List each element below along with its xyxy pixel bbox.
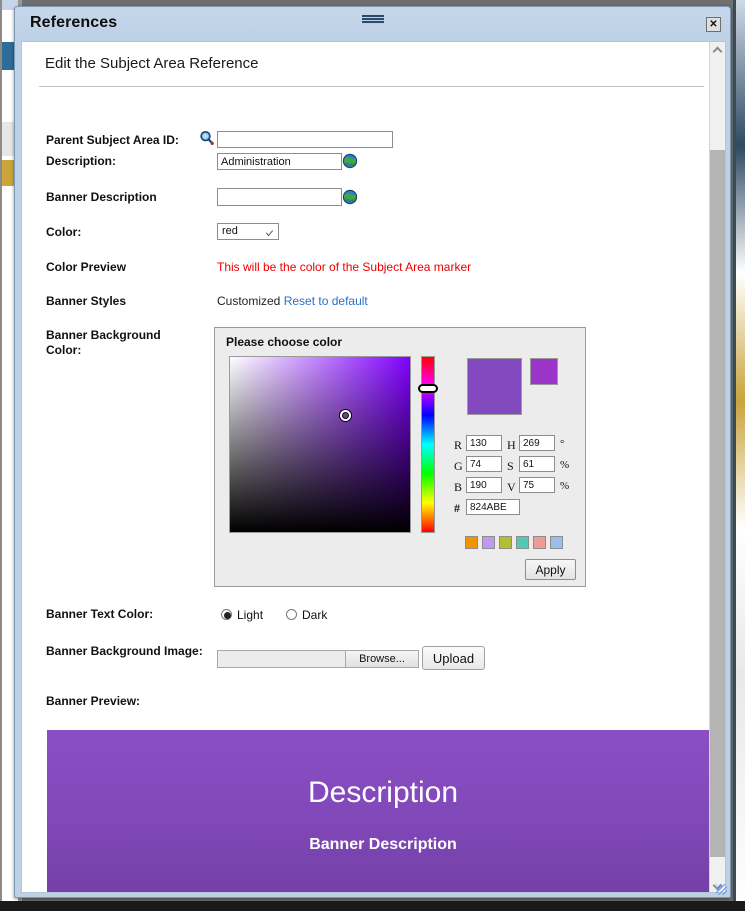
blue-input[interactable]	[466, 477, 502, 493]
hue-unit: °	[560, 438, 565, 450]
label-color-preview: Color Preview	[46, 260, 127, 274]
preset-swatch-3[interactable]	[499, 536, 512, 549]
chevron-up-icon[interactable]	[710, 42, 725, 58]
value-input[interactable]	[519, 477, 555, 493]
close-icon[interactable]: ✕	[706, 17, 721, 32]
preset-swatch-4[interactable]	[516, 536, 529, 549]
label-description: Description:	[46, 154, 117, 168]
background-right-content	[736, 0, 745, 911]
browse-button[interactable]: Browse...	[345, 650, 419, 668]
preset-swatch-2[interactable]	[482, 536, 495, 549]
background-bottom-bar	[0, 901, 745, 911]
current-color-swatch	[467, 358, 522, 415]
label-color: Color:	[46, 225, 82, 239]
saturation-value-area[interactable]	[229, 356, 411, 533]
label-red: R	[454, 438, 463, 452]
preset-swatch-row	[465, 536, 563, 549]
background-right-panel	[733, 0, 745, 911]
chevron-down-icon	[265, 227, 274, 237]
green-input[interactable]	[466, 456, 502, 472]
hue-slider[interactable]	[421, 356, 435, 533]
banner-preview-title: Description	[307, 776, 459, 809]
saturation-unit: %	[560, 459, 570, 471]
preset-swatch-6[interactable]	[550, 536, 563, 549]
dialog-titlebar[interactable]: References ✕	[15, 7, 730, 41]
label-banner-preview: Banner Preview:	[46, 694, 141, 708]
value-unit: %	[560, 480, 570, 492]
banner-preview-subtitle: Banner Description	[309, 836, 457, 853]
color-select-value: red	[222, 225, 238, 237]
upload-button[interactable]: Upload	[422, 646, 485, 670]
title-divider	[39, 86, 704, 87]
chevron-up-glyph	[712, 46, 723, 57]
dialog-content-area: Edit the Subject Area Reference Parent S…	[21, 41, 726, 893]
resize-grip[interactable]	[716, 884, 727, 895]
label-blue: B	[454, 480, 463, 494]
radio-dot-light	[221, 609, 232, 620]
label-banner-background-image: Banner Background Image:	[46, 644, 203, 658]
preset-swatch-5[interactable]	[533, 536, 546, 549]
label-banner-description: Banner Description	[46, 190, 157, 204]
banner-description-input[interactable]	[217, 188, 342, 206]
label-value: V	[507, 480, 516, 494]
label-parent-subject-area: Parent Subject Area ID:	[46, 133, 179, 147]
label-banner-background-color: Banner Background Color:	[46, 328, 161, 357]
label-hue: H	[507, 438, 516, 452]
scrollbar-thumb[interactable]	[710, 150, 725, 857]
file-input-field[interactable]: Browse...	[217, 650, 419, 668]
page-title: Edit the Subject Area Reference	[45, 55, 259, 72]
hue-input[interactable]	[519, 435, 555, 451]
saturation-value-marker	[340, 410, 351, 421]
color-picker-title: Please choose color	[226, 335, 343, 349]
color-preview-text: This will be the color of the Subject Ar…	[217, 260, 472, 274]
apply-button[interactable]: Apply	[525, 559, 576, 580]
radio-dot-dark	[286, 609, 297, 620]
reset-to-default-link[interactable]: Reset to default	[284, 294, 368, 308]
drag-handle-icon[interactable]	[361, 15, 384, 24]
banner-styles-value: Customized Reset to default	[217, 294, 368, 308]
form-panel: Edit the Subject Area Reference Parent S…	[22, 42, 719, 892]
color-picker-panel: Please choose color R G B H ° S	[214, 327, 586, 587]
search-icon[interactable]	[199, 130, 215, 146]
parent-subject-area-input[interactable]	[217, 131, 393, 148]
preset-swatch-1[interactable]	[465, 536, 478, 549]
color-select[interactable]: red	[217, 223, 279, 240]
banner-preview: Description Banner Description	[47, 730, 719, 892]
label-saturation: S	[507, 459, 514, 473]
label-banner-text-color: Banner Text Color:	[46, 607, 154, 621]
radio-label-dark: Dark	[302, 608, 328, 622]
banner-styles-status: Customized	[217, 294, 281, 308]
globe-icon[interactable]	[342, 189, 358, 205]
new-color-swatch	[530, 358, 558, 385]
dialog-title: References	[30, 14, 118, 31]
vertical-scrollbar[interactable]	[709, 42, 725, 892]
references-dialog: References ✕ Edit the Subject Area Refer…	[14, 6, 731, 898]
globe-icon[interactable]	[342, 153, 358, 169]
label-hex: #	[454, 501, 460, 515]
description-input[interactable]	[217, 153, 342, 170]
saturation-input[interactable]	[519, 456, 555, 472]
label-banner-styles: Banner Styles	[46, 294, 127, 308]
label-green: G	[454, 459, 463, 473]
hex-input[interactable]	[466, 499, 520, 515]
red-input[interactable]	[466, 435, 502, 451]
radio-label-light: Light	[237, 608, 264, 622]
